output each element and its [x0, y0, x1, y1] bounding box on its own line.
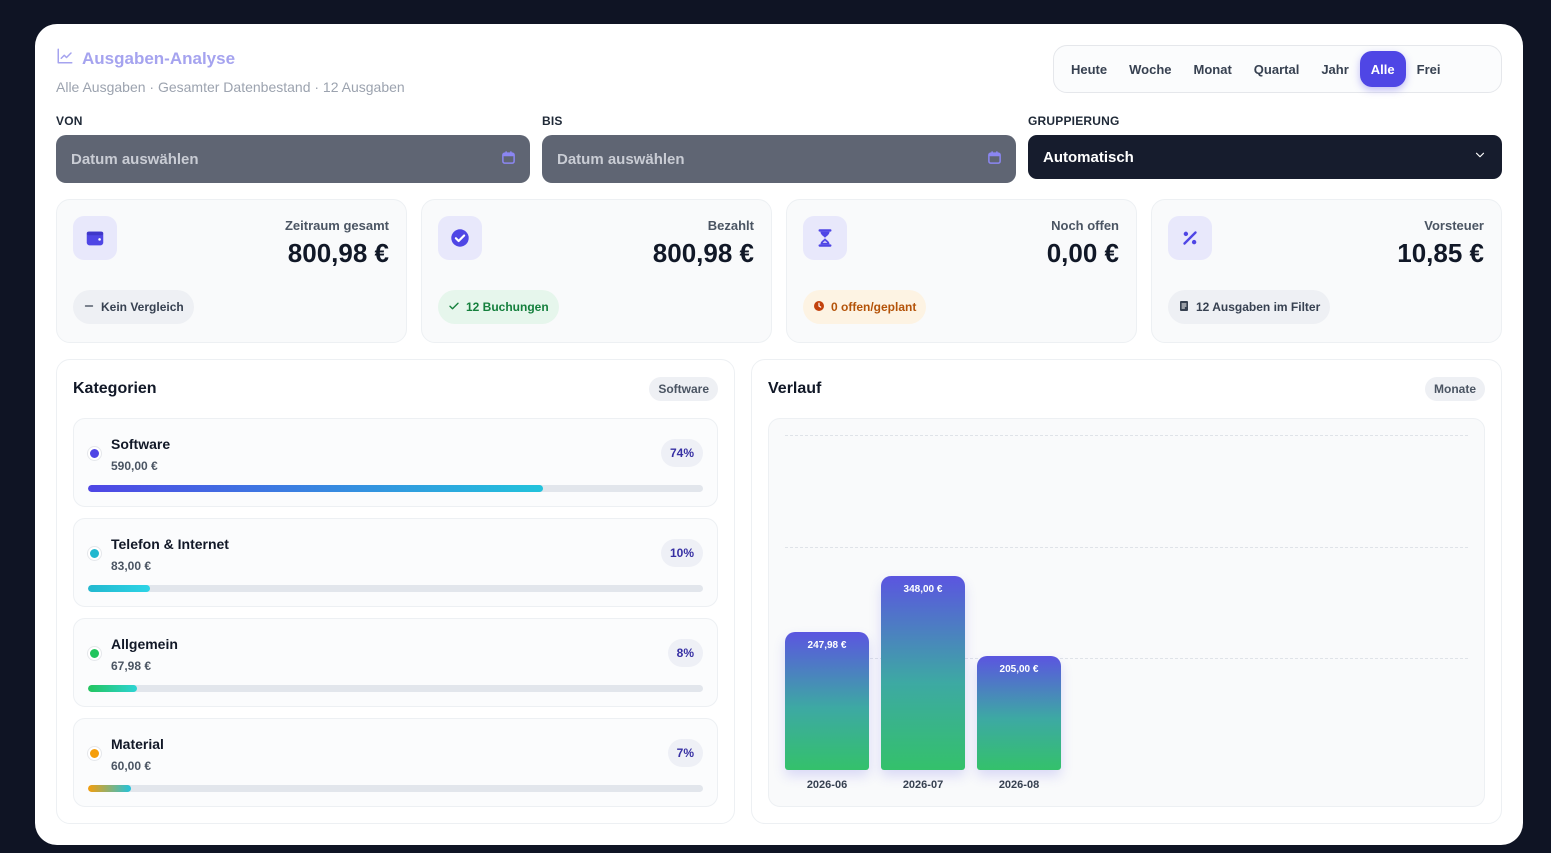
category-item[interactable]: Allgemein 67,98 € 8%	[73, 618, 718, 707]
status-badge: 0 offen/geplant	[803, 290, 927, 324]
history-title: Verlauf	[768, 380, 822, 397]
to-label: BIS	[542, 114, 563, 128]
grouping-label: GRUPPIERUNG	[1028, 114, 1120, 128]
analysis-panel: Ausgaben-Analyse Alle Ausgaben · Gesamte…	[35, 24, 1523, 845]
page-title: Ausgaben-Analyse	[56, 47, 235, 70]
category-item[interactable]: Telefon & Internet 83,00 € 10%	[73, 518, 718, 607]
range-tab-monat[interactable]: Monat	[1183, 51, 1243, 87]
category-dot	[88, 647, 101, 660]
stat-label: Noch offen	[1051, 218, 1119, 233]
chart-x-tick-label: 2026-08	[998, 779, 1040, 791]
category-progress-track	[88, 485, 703, 492]
stat-label: Bezahlt	[707, 218, 754, 233]
chevron-down-icon	[1473, 148, 1487, 166]
category-dot	[88, 547, 101, 560]
document-icon	[1178, 300, 1190, 315]
badge-text: Kein Vergleich	[101, 300, 184, 314]
chart-x-tick-label: 2026-06	[806, 779, 848, 791]
status-badge: Kein Vergleich	[73, 290, 194, 324]
category-percent: 8%	[667, 639, 703, 667]
chart-bar[interactable]: 348,00 €	[881, 575, 965, 770]
categories-panel: Kategorien Software Software 590,00 € 74…	[56, 359, 735, 824]
range-tabs: Heute Woche Monat Quartal Jahr Alle Frei	[1053, 45, 1502, 93]
history-granularity-pill: Monate	[1425, 377, 1485, 401]
to-date-placeholder: Datum auswählen	[557, 150, 685, 168]
range-tab-jahr[interactable]: Jahr	[1310, 51, 1359, 87]
wallet-icon	[73, 216, 117, 260]
category-name: Software	[111, 436, 171, 452]
from-label: VON	[56, 114, 83, 128]
chart-gridline	[785, 435, 1468, 436]
category-percent: 7%	[667, 739, 703, 767]
from-date-input[interactable]: Datum auswählen	[56, 135, 530, 183]
chart-bar[interactable]: 205,00 €	[977, 655, 1061, 770]
hourglass-icon	[803, 216, 847, 260]
badge-text: 12 Buchungen	[466, 300, 549, 314]
check-circle-icon	[438, 216, 482, 260]
badge-text: 12 Ausgaben im Filter	[1196, 300, 1321, 314]
chart-gridline	[785, 546, 1468, 548]
chart-bar-value-label: 205,00 €	[999, 663, 1039, 675]
status-badge: 12 Buchungen	[438, 290, 559, 324]
stat-label: Zeitraum gesamt	[284, 218, 389, 233]
percent-icon	[1168, 216, 1212, 260]
stat-value: 800,98 €	[287, 238, 389, 268]
category-progress-fill	[88, 485, 544, 492]
calendar-icon[interactable]	[501, 150, 516, 169]
to-date-input[interactable]: Datum auswählen	[542, 135, 1016, 183]
category-progress-track	[88, 685, 703, 692]
category-amount: 60,00 €	[111, 759, 152, 773]
check-icon	[448, 300, 460, 315]
stat-value: 800,98 €	[652, 238, 754, 268]
history-bar-chart: 247,98 € 2026-06 348,00 € 2026-07 205,00 € 20…	[768, 418, 1485, 807]
clock-icon	[813, 300, 825, 315]
category-dot	[88, 747, 101, 760]
from-date-placeholder: Datum auswählen	[71, 150, 199, 168]
line-chart-icon	[56, 47, 74, 70]
categories-title: Kategorien	[73, 380, 157, 397]
category-item[interactable]: Software 590,00 € 74%	[73, 418, 718, 507]
chart-x-tick-label: 2026-07	[902, 779, 944, 791]
range-tab-frei[interactable]: Frei	[1406, 51, 1452, 87]
calendar-icon[interactable]	[987, 150, 1002, 169]
stat-value: 0,00 €	[1046, 238, 1119, 268]
category-dot	[88, 447, 101, 460]
stat-card-paid: Bezahlt 800,98 € 12 Buchungen	[421, 199, 772, 343]
category-percent: 10%	[660, 539, 703, 567]
chart-bar[interactable]: 247,98 €	[785, 631, 869, 770]
category-amount: 83,00 €	[111, 559, 152, 573]
range-tab-woche[interactable]: Woche	[1118, 51, 1182, 87]
range-tab-alle[interactable]: Alle	[1359, 51, 1406, 87]
chart-bar-value-label: 348,00 €	[903, 583, 943, 595]
category-amount: 67,98 €	[111, 659, 152, 673]
stat-card-total: Zeitraum gesamt 800,98 € Kein Vergleich	[56, 199, 407, 343]
categories-top-pill: Software	[649, 377, 718, 401]
category-name: Allgemein	[111, 636, 178, 652]
category-percent: 74%	[660, 439, 703, 467]
chart-bar-value-label: 247,98 €	[807, 639, 847, 651]
stat-label: Vorsteuer	[1424, 218, 1484, 233]
category-progress-fill	[88, 685, 138, 692]
page-subtitle: Alle Ausgaben · Gesamter Datenbestand · …	[56, 79, 405, 95]
range-tab-heute[interactable]: Heute	[1060, 51, 1118, 87]
category-progress-track	[88, 585, 703, 592]
category-progress-fill	[88, 585, 150, 592]
stat-card-tax: Vorsteuer 10,85 € 12 Ausgaben im Filter	[1151, 199, 1502, 343]
stat-card-open: Noch offen 0,00 € 0 offen/geplant	[786, 199, 1137, 343]
category-progress-track	[88, 785, 703, 792]
grouping-select[interactable]: Automatisch	[1028, 135, 1502, 179]
category-item[interactable]: Material 60,00 € 7%	[73, 718, 718, 807]
category-name: Material	[111, 736, 164, 752]
page-title-text: Ausgaben-Analyse	[82, 48, 236, 68]
category-name: Telefon & Internet	[111, 536, 229, 552]
history-panel: Verlauf Monate 247,98 € 2026-06 348,00 € 20…	[751, 359, 1502, 824]
category-progress-fill	[88, 785, 132, 792]
stat-value: 10,85 €	[1397, 238, 1484, 268]
badge-text: 0 offen/geplant	[831, 300, 917, 314]
range-tab-quartal[interactable]: Quartal	[1243, 51, 1311, 87]
category-amount: 590,00 €	[111, 459, 158, 473]
status-badge: 12 Ausgaben im Filter	[1168, 290, 1331, 324]
minus-icon	[83, 300, 95, 315]
grouping-value: Automatisch	[1043, 148, 1134, 166]
